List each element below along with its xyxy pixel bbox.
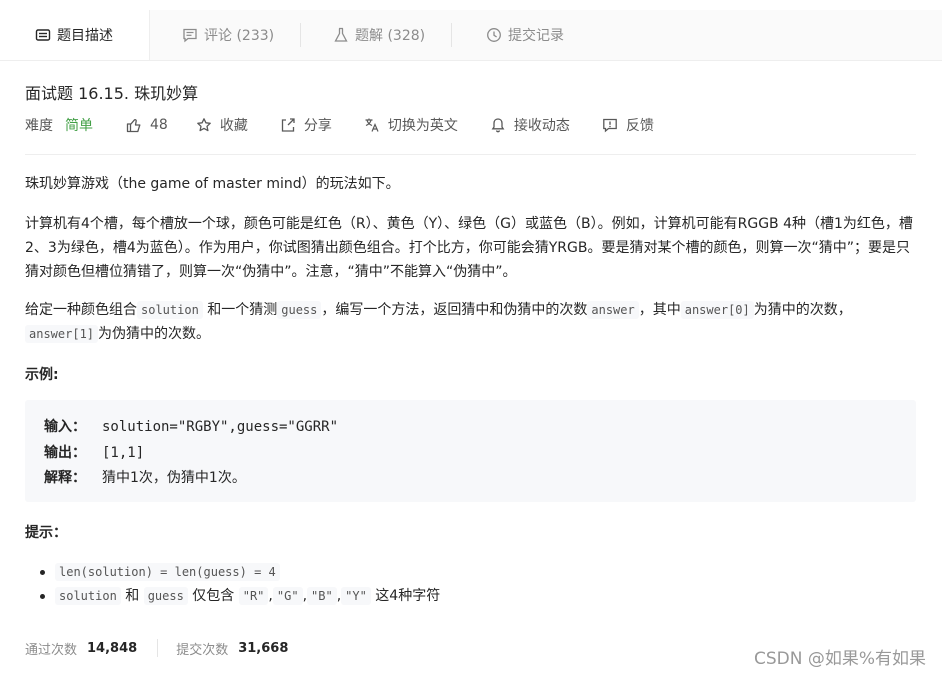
inline-code: guess (143, 587, 188, 605)
text: ，其中 (638, 302, 681, 318)
output-value: [1,1] (102, 445, 145, 461)
bullet-dot (40, 570, 45, 575)
bell-icon (491, 118, 505, 133)
tab-description[interactable]: 题目描述 (0, 10, 150, 60)
accepted-label: 通过次数 (25, 642, 78, 658)
inline-code: "Y" (341, 587, 371, 605)
text: ，编写一个方法，返回猜中和伪猜中的次数 (321, 302, 588, 318)
clock-icon (487, 28, 501, 42)
tab-label: 提交记录 (508, 28, 564, 44)
inline-code: answer[0] (680, 301, 754, 319)
submitted-label: 提交次数 (176, 642, 229, 658)
header-divider (25, 154, 916, 155)
submitted-value: 31,668 (238, 640, 289, 656)
description-paragraph: 珠玑妙算游戏（the game of master mind）的玩法如下。 (25, 176, 400, 192)
example-explanation: 解释： 猜中1次，伪猜中1次。 (44, 467, 246, 487)
inline-code: answer (587, 301, 639, 319)
example-heading: 示例: (25, 367, 59, 383)
favorite-label: 收藏 (219, 118, 248, 134)
like-button[interactable]: 48 (126, 117, 168, 133)
star-icon (196, 118, 211, 132)
description-paragraph: 给定一种颜色组合 solution 和一个猜测 guess ，编写一个方法，返回猜中和… (25, 298, 917, 346)
translate-icon (365, 118, 379, 132)
hint-item: solution 和 guess 仅包含 "R", "G", "B", "Y" 这4种… (40, 584, 441, 608)
text: 和 (125, 588, 140, 604)
inline-code: solution (137, 301, 203, 319)
submission-stats: 通过次数 14,848 提交次数 31,668 (25, 638, 288, 658)
text: 为伪猜中的次数。 (98, 326, 211, 342)
switch-language-label: 切换为英文 (387, 118, 458, 134)
hints-list: len(solution) = len(guess) = 4 solution … (40, 560, 441, 608)
tab-solutions[interactable]: 题解 (328) (301, 10, 451, 60)
inline-code: answer[1] (25, 325, 99, 343)
text: 仅包含 (192, 588, 235, 604)
feedback-label: 反馈 (625, 118, 654, 134)
favorite-button[interactable]: 收藏 (196, 115, 248, 135)
problem-meta: 难度 简单 48 收藏 分享 切换为英文 接收动态 反馈 (25, 114, 654, 136)
difficulty-badge: 简单 (65, 118, 93, 134)
share-icon (281, 118, 295, 132)
inline-code: "G" (272, 587, 303, 605)
notify-button[interactable]: 接收动态 (490, 115, 570, 135)
tab-label: 题目描述 (57, 28, 113, 44)
flask-icon (334, 27, 348, 42)
explain-label: 解释： (44, 470, 86, 486)
stats-divider (157, 639, 159, 657)
accepted-value: 14,848 (87, 640, 138, 656)
hints-heading: 提示： (25, 525, 67, 541)
switch-language-button[interactable]: 切换为英文 (364, 115, 458, 135)
difficulty-label: 难度 (25, 118, 53, 134)
description-paragraph: 计算机有4个槽，每个槽放一个球，颜色可能是红色（R）、黄色（Y）、绿色（G）或蓝… (25, 216, 913, 280)
output-label: 输出： (44, 445, 86, 461)
text: 这4种字符 (375, 588, 441, 604)
feedback-icon (602, 118, 617, 133)
explain-value: 猜中1次，伪猜中1次。 (102, 470, 246, 486)
tab-label: 评论 (233) (204, 28, 275, 44)
problem-title: 面试题 16.15. 珠玑妙算 (25, 84, 199, 103)
description-icon (35, 29, 51, 41)
comment-icon (183, 28, 197, 43)
feedback-button[interactable]: 反馈 (602, 115, 654, 135)
inline-code: "B" (307, 587, 337, 605)
thumbs-up-icon (126, 118, 141, 133)
inline-code: solution (55, 587, 121, 605)
share-label: 分享 (303, 118, 332, 134)
watermark: CSDN @如果%有如果 (753, 649, 926, 669)
example-input: 输入： solution="RGBY",guess="GGRR" (44, 416, 338, 436)
inline-code: "R" (238, 587, 269, 605)
example-output: 输出： [1,1] (44, 442, 144, 462)
like-count: 48 (150, 117, 168, 133)
share-button[interactable]: 分享 (280, 115, 332, 135)
inline-code: len(solution) = len(guess) = 4 (55, 563, 280, 581)
hint-item: len(solution) = len(guess) = 4 (40, 560, 440, 584)
text: 为猜中的次数， (753, 302, 852, 318)
tab-label: 题解 (328) (355, 28, 426, 44)
tab-comments[interactable]: 评论 (233) (150, 10, 300, 60)
inline-code: guess (277, 301, 322, 319)
notify-label: 接收动态 (513, 118, 570, 134)
input-value: solution="RGBY",guess="GGRR" (102, 419, 339, 435)
text: 给定一种颜色组合 (25, 302, 137, 318)
input-label: 输入： (44, 419, 86, 435)
tab-bar: 题目描述 评论 (233) 题解 (328) 提交记录 (0, 10, 942, 61)
bullet-dot (40, 594, 45, 599)
example-block: 输入： solution="RGBY",guess="GGRR" 输出： [1,1]… (25, 400, 916, 502)
tab-submissions[interactable]: 提交记录 (452, 10, 602, 60)
text: 和一个猜测 (207, 302, 278, 318)
